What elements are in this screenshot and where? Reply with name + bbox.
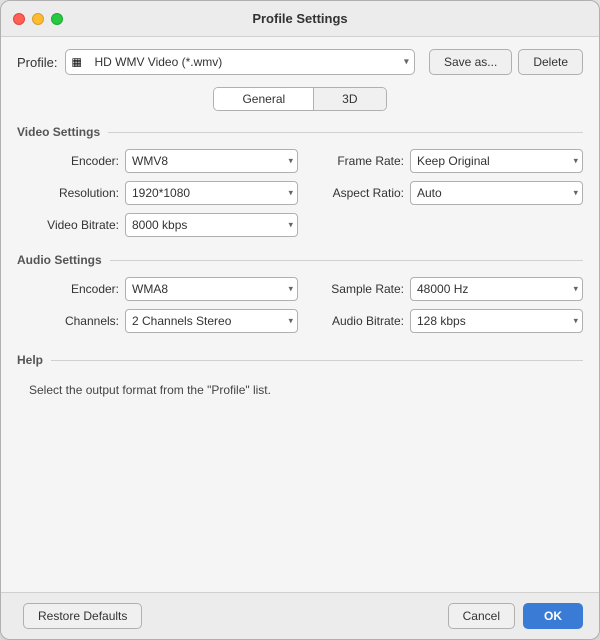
resolution-dropdown[interactable]: 1920*10801280*720854*480 (125, 181, 298, 205)
tab-group: General 3D (213, 87, 386, 111)
help-text: Select the output format from the "Profi… (17, 377, 583, 399)
audio-fields-grid: Encoder: WMA8WMA9MP3 ▾ Sample Rate: 4800… (17, 277, 583, 333)
minimize-button[interactable] (32, 13, 44, 25)
video-settings-section: Video Settings Encoder: WMV8WMV9WMV3 ▾ (17, 125, 583, 237)
profile-row: Profile: ▦ HD WMV Video (*.wmv) SD WMV V… (17, 49, 583, 75)
sample-rate-select-wrapper: 48000 Hz44100 Hz22050 Hz ▾ (410, 277, 583, 301)
audio-bitrate-label: Audio Bitrate: (314, 314, 404, 328)
close-button[interactable] (13, 13, 25, 25)
window-title: Profile Settings (252, 11, 347, 26)
maximize-button[interactable] (51, 13, 63, 25)
footer: Restore Defaults Cancel OK (1, 592, 599, 639)
ok-button[interactable]: OK (523, 603, 583, 629)
frame-rate-select-wrapper: Keep Original30 fps25 fps ▾ (410, 149, 583, 173)
cancel-button[interactable]: Cancel (448, 603, 515, 629)
video-encoder-dropdown[interactable]: WMV8WMV9WMV3 (125, 149, 298, 173)
encoder-label: Encoder: (29, 154, 119, 168)
help-section-title: Help (17, 353, 43, 367)
frame-rate-dropdown[interactable]: Keep Original30 fps25 fps (410, 149, 583, 173)
aspect-ratio-dropdown[interactable]: Auto16:94:3 (410, 181, 583, 205)
audio-section-title-row: Audio Settings (17, 253, 583, 267)
help-section-line (51, 360, 583, 361)
profile-select-wrapper: ▦ HD WMV Video (*.wmv) SD WMV Video Cust… (65, 49, 414, 75)
profile-settings-window: Profile Settings Profile: ▦ HD WMV Video… (0, 0, 600, 640)
content-area: Profile: ▦ HD WMV Video (*.wmv) SD WMV V… (1, 37, 599, 592)
channels-dropdown[interactable]: 2 Channels Stereo1 Channel Mono (125, 309, 298, 333)
audio-encoder-select-wrapper: WMA8WMA9MP3 ▾ (125, 277, 298, 301)
video-section-line (108, 132, 583, 133)
channels-row: Channels: 2 Channels Stereo1 Channel Mon… (29, 309, 298, 333)
frame-rate-label: Frame Rate: (314, 154, 404, 168)
audio-settings-section: Audio Settings Encoder: WMA8WMA9MP3 ▾ (17, 253, 583, 333)
profile-label: Profile: (17, 55, 57, 70)
resolution-select-wrapper: 1920*10801280*720854*480 ▾ (125, 181, 298, 205)
channels-label: Channels: (29, 314, 119, 328)
sample-rate-dropdown[interactable]: 48000 Hz44100 Hz22050 Hz (410, 277, 583, 301)
sample-rate-row: Sample Rate: 48000 Hz44100 Hz22050 Hz ▾ (314, 277, 583, 301)
audio-bitrate-dropdown[interactable]: 128 kbps192 kbps256 kbps64 kbps (410, 309, 583, 333)
audio-bitrate-row: Audio Bitrate: 128 kbps192 kbps256 kbps6… (314, 309, 583, 333)
encoder-select-wrapper: WMV8WMV9WMV3 ▾ (125, 149, 298, 173)
audio-encoder-label: Encoder: (29, 282, 119, 296)
video-bitrate-row: Video Bitrate: 8000 kbps4000 kbps2000 kb… (29, 213, 298, 237)
video-section-title-row: Video Settings (17, 125, 583, 139)
encoder-row: Encoder: WMV8WMV9WMV3 ▾ (29, 149, 298, 173)
video-fields-grid: Encoder: WMV8WMV9WMV3 ▾ Frame Rate: Keep… (17, 149, 583, 237)
titlebar: Profile Settings (1, 1, 599, 37)
footer-right: Cancel OK (442, 603, 583, 629)
help-section: Help Select the output format from the "… (17, 353, 583, 399)
resolution-label: Resolution: (29, 186, 119, 200)
resolution-row: Resolution: 1920*10801280*720854*480 ▾ (29, 181, 298, 205)
audio-section-title: Audio Settings (17, 253, 102, 267)
frame-rate-row: Frame Rate: Keep Original30 fps25 fps ▾ (314, 149, 583, 173)
audio-encoder-row: Encoder: WMA8WMA9MP3 ▾ (29, 277, 298, 301)
tab-general[interactable]: General (214, 88, 314, 110)
tabs-row: General 3D (17, 87, 583, 111)
aspect-ratio-select-wrapper: Auto16:94:3 ▾ (410, 181, 583, 205)
video-section-title: Video Settings (17, 125, 100, 139)
audio-bitrate-select-wrapper: 128 kbps192 kbps256 kbps64 kbps ▾ (410, 309, 583, 333)
channels-select-wrapper: 2 Channels Stereo1 Channel Mono ▾ (125, 309, 298, 333)
restore-defaults-button[interactable]: Restore Defaults (23, 603, 142, 629)
save-as-button[interactable]: Save as... (429, 49, 512, 75)
aspect-ratio-label: Aspect Ratio: (314, 186, 404, 200)
audio-section-line (110, 260, 583, 261)
profile-dropdown[interactable]: HD WMV Video (*.wmv) SD WMV Video Custom (65, 49, 414, 75)
tab-3d[interactable]: 3D (314, 88, 385, 110)
video-bitrate-label: Video Bitrate: (29, 218, 119, 232)
video-bitrate-select-wrapper: 8000 kbps4000 kbps2000 kbps ▾ (125, 213, 298, 237)
aspect-ratio-row: Aspect Ratio: Auto16:94:3 ▾ (314, 181, 583, 205)
video-bitrate-dropdown[interactable]: 8000 kbps4000 kbps2000 kbps (125, 213, 298, 237)
traffic-lights (13, 13, 63, 25)
delete-button[interactable]: Delete (518, 49, 583, 75)
help-section-title-row: Help (17, 353, 583, 367)
empty-cell (314, 213, 583, 237)
audio-encoder-dropdown[interactable]: WMA8WMA9MP3 (125, 277, 298, 301)
sample-rate-label: Sample Rate: (314, 282, 404, 296)
